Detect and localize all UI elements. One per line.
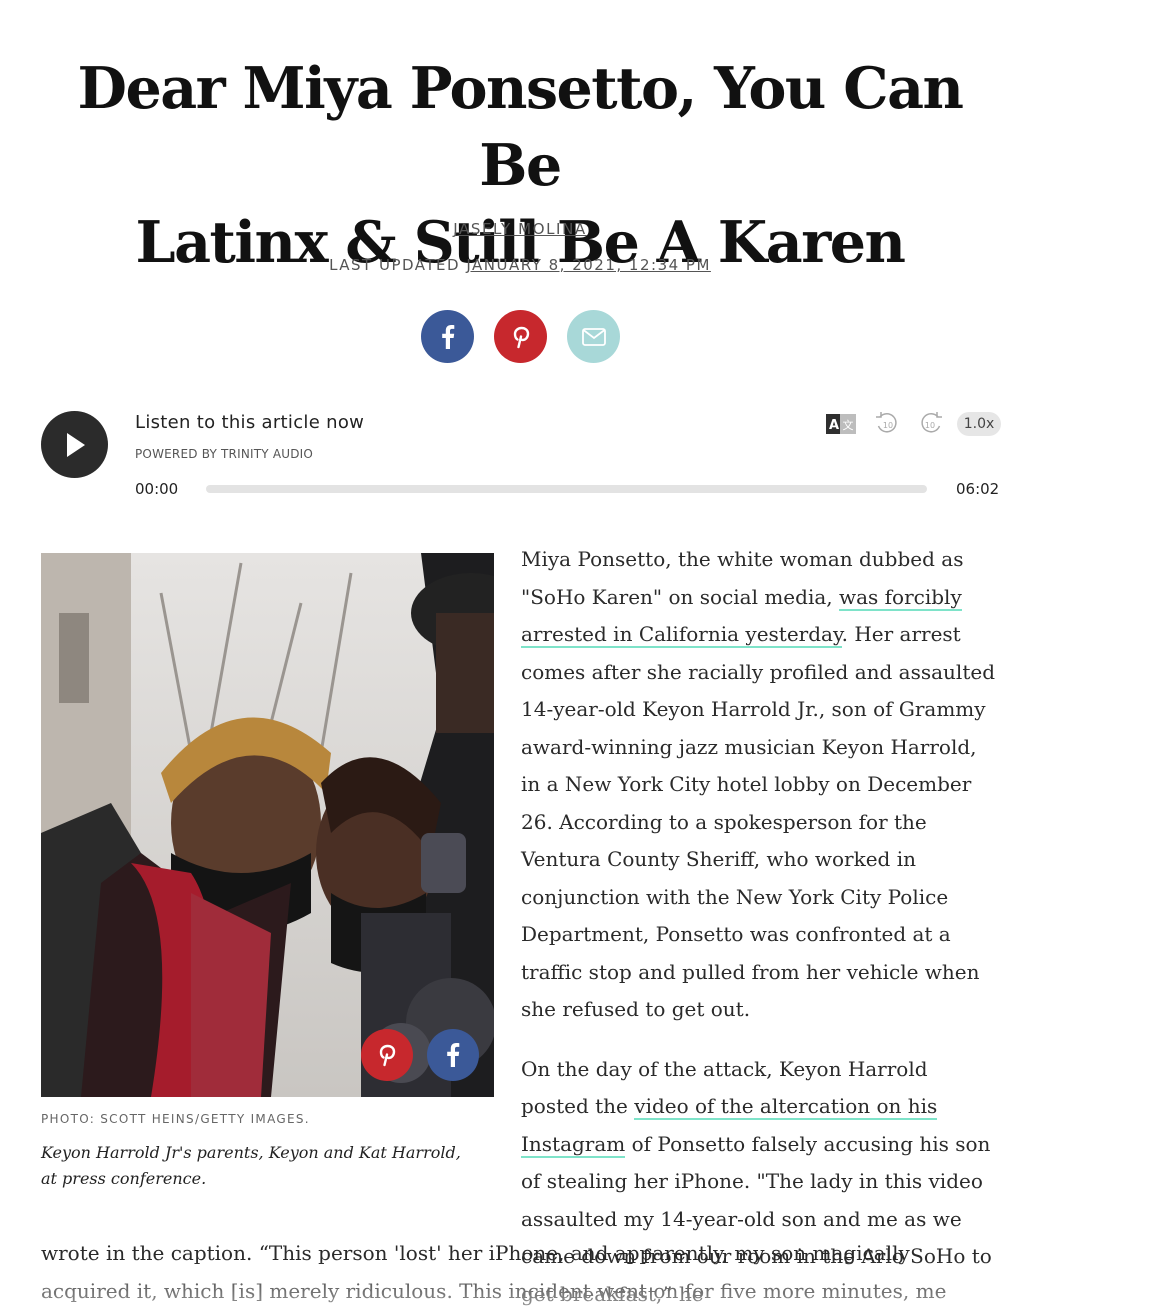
paragraph-1-text-b: . Her arrest comes after she racially pr… [521, 622, 996, 1021]
audio-powered-by: POWERED BY TRINITY AUDIO [135, 447, 314, 461]
translate-button[interactable]: A 文 [826, 412, 856, 436]
last-updated: LAST UPDATED JANUARY 8, 2021, 12:34 PM [40, 256, 1000, 274]
audio-title: Listen to this article now [135, 412, 365, 433]
byline: JASELY MOLINA [40, 220, 1000, 238]
share-buttons [421, 310, 620, 363]
updated-prefix: LAST UPDATED [329, 256, 461, 274]
forward-10-label: 10 [925, 421, 935, 430]
email-share-button[interactable] [567, 310, 620, 363]
paragraph-1: Miya Ponsetto, the white woman dubbed as… [521, 541, 1001, 1029]
image-facebook-button[interactable] [427, 1029, 479, 1081]
pinterest-icon [379, 1044, 396, 1067]
forward-10-button[interactable]: 10 [918, 411, 944, 437]
playback-speed-button[interactable]: 1.0x [957, 412, 1001, 436]
rewind-10-button[interactable]: 10 [874, 411, 900, 437]
audio-duration: 06:02 [956, 480, 1000, 498]
pinterest-icon [513, 326, 529, 348]
image-pinterest-button[interactable] [361, 1029, 413, 1081]
paragraph-2-continued: wrote in the caption. “This person 'lost… [41, 1241, 947, 1303]
updated-date-link[interactable]: JANUARY 8, 2021, 12:34 PM [466, 256, 711, 274]
svg-text:文: 文 [843, 418, 854, 432]
article-photo [41, 553, 494, 1097]
image-share-buttons [361, 1029, 479, 1081]
author-link[interactable]: JASELY MOLINA [453, 220, 587, 238]
svg-text:A: A [829, 418, 839, 433]
facebook-icon [447, 1043, 460, 1067]
audio-progress-bar[interactable] [206, 485, 927, 493]
pinterest-share-button[interactable] [494, 310, 547, 363]
translate-icon: A 文 [826, 414, 856, 434]
play-icon [66, 432, 85, 457]
article-body: Miya Ponsetto, the white woman dubbed as… [521, 541, 1001, 1316]
audio-play-button[interactable] [41, 411, 108, 478]
facebook-icon [441, 324, 454, 349]
photo-credit: PHOTO: SCOTT HEINS/GETTY IMAGES. [41, 1112, 310, 1126]
photo-illustration [41, 553, 494, 1097]
rewind-10-label: 10 [883, 421, 893, 430]
forward-10-icon: 10 [921, 412, 942, 433]
headline-line-1: Dear Miya Ponsetto, You Can Be [77, 55, 964, 199]
photo-caption: Keyon Harrold Jr's parents, Keyon and Ka… [41, 1143, 461, 1188]
rewind-10-icon: 10 [876, 412, 897, 433]
audio-current-time: 00:00 [135, 480, 179, 498]
facebook-share-button[interactable] [421, 310, 474, 363]
email-icon [581, 327, 606, 346]
article-headline: Dear Miya Ponsetto, You Can Be Latinx & … [40, 50, 1000, 281]
